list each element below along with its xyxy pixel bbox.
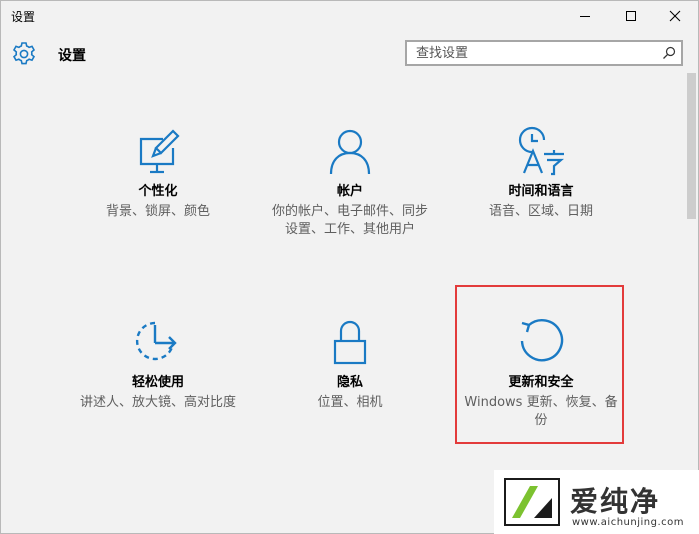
search-box[interactable] [405, 40, 683, 66]
tile-description: 语音、区域、日期 [488, 204, 593, 219]
tile-title: 帐户 [336, 184, 363, 199]
watermark-url: www.aichunjing.com [572, 517, 684, 528]
close-icon [669, 10, 681, 22]
tile-personalization[interactable]: 个性化 背景、锁屏、颜色 [73, 126, 243, 221]
settings-window: 设置 设置 查找设置 个性化 背景、锁屏、颜色 帐户 你的帐户、电子邮件、同步设… [0, 0, 699, 534]
minimize-button[interactable] [562, 1, 608, 31]
scrollbar[interactable] [685, 73, 698, 233]
tile-privacy[interactable]: 隐私 位置、相机 [265, 317, 435, 412]
tile-description: 讲述人、放大镜、高对比度 [79, 395, 236, 410]
tile-ease-of-access[interactable]: 轻松使用 讲述人、放大镜、高对比度 [73, 317, 243, 412]
title-bar: 设置 [1, 1, 698, 31]
maximize-button[interactable] [608, 1, 654, 31]
search-input[interactable] [407, 42, 656, 64]
tile-description: 你的帐户、电子邮件、同步设置、工作、其他用户 [271, 204, 428, 237]
ease-of-access-icon [135, 321, 177, 361]
privacy-lock-icon [333, 320, 367, 365]
accounts-icon [329, 129, 371, 175]
minimize-icon [580, 16, 590, 17]
tile-description: 背景、锁屏、颜色 [105, 204, 210, 219]
tile-accounts[interactable]: 帐户 你的帐户、电子邮件、同步设置、工作、其他用户 [265, 126, 435, 239]
tile-title: 隐私 [336, 375, 363, 390]
scrollbar-thumb[interactable] [687, 73, 696, 219]
watermark-logo-icon [504, 478, 560, 526]
time-language-icon [518, 126, 564, 176]
tile-description: 位置、相机 [317, 395, 383, 410]
tile-title: 轻松使用 [131, 375, 184, 390]
personalization-icon [139, 129, 180, 174]
window-title: 设置 [11, 10, 36, 24]
maximize-icon [626, 11, 636, 21]
close-button[interactable] [652, 1, 698, 31]
tile-time-language[interactable]: 时间和语言 语音、区域、日期 [456, 126, 626, 221]
tile-title: 时间和语言 [508, 184, 574, 199]
watermark: 爱纯净 www.aichunjing.com [494, 470, 699, 534]
search-icon[interactable] [661, 45, 677, 61]
tile-title: 个性化 [138, 184, 178, 199]
highlight-box [455, 285, 624, 444]
page-title: 设置 [58, 48, 86, 64]
gear-icon[interactable] [11, 41, 37, 67]
watermark-text: 爱纯净 [570, 485, 661, 518]
